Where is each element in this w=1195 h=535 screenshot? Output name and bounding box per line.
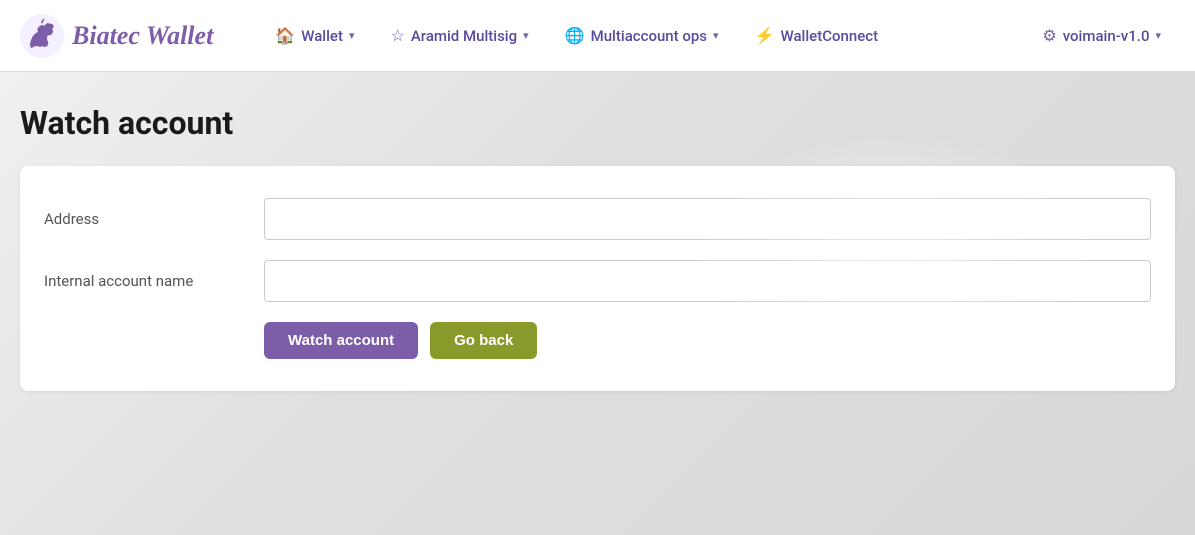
address-input[interactable] — [264, 198, 1151, 240]
globe-icon: 🌐 — [565, 26, 585, 45]
chevron-down-icon-2: ▾ — [523, 29, 529, 42]
nav-item-multiaccount[interactable]: 🌐 Multiaccount ops ▾ — [551, 18, 733, 53]
gear-icon: ⚙ — [1042, 26, 1056, 45]
nav-wallet-label: Wallet — [301, 27, 343, 45]
nav-item-network[interactable]: ⚙ voimain-v1.0 ▾ — [1028, 18, 1175, 53]
form-card: Address Internal account name Watch acco… — [20, 166, 1175, 391]
button-row: Watch account Go back — [264, 322, 1151, 359]
nav: 🏠 Wallet ▾ ☆ Aramid Multisig ▾ 🌐 Multiac… — [261, 18, 1175, 53]
internal-name-input[interactable] — [264, 260, 1151, 302]
address-label: Address — [44, 210, 244, 228]
star-icon: ☆ — [391, 26, 405, 45]
address-row: Address — [44, 198, 1151, 240]
logo-text: Biatec Wallet — [72, 21, 213, 51]
nav-item-wallet[interactable]: 🏠 Wallet ▾ — [261, 18, 368, 53]
nav-multiaccount-label: Multiaccount ops — [591, 27, 707, 45]
internal-name-row: Internal account name — [44, 260, 1151, 302]
logo-icon — [20, 14, 64, 58]
lightning-icon: ⚡ — [755, 26, 775, 45]
nav-multisig-label: Aramid Multisig — [411, 27, 517, 45]
logo[interactable]: Biatec Wallet — [20, 14, 213, 58]
main-content: Watch account Address Internal account n… — [0, 72, 1195, 535]
watch-account-button[interactable]: Watch account — [264, 322, 418, 359]
go-back-button[interactable]: Go back — [430, 322, 537, 359]
chevron-down-icon-3: ▾ — [713, 29, 719, 42]
chevron-down-icon-4: ▾ — [1155, 29, 1161, 42]
nav-item-walletconnect[interactable]: ⚡ WalletConnect — [741, 18, 893, 53]
header: Biatec Wallet 🏠 Wallet ▾ ☆ Aramid Multis… — [0, 0, 1195, 72]
nav-walletconnect-label: WalletConnect — [780, 27, 878, 45]
home-icon: 🏠 — [275, 26, 295, 45]
nav-network-label: voimain-v1.0 — [1063, 27, 1150, 45]
internal-name-label: Internal account name — [44, 272, 244, 290]
nav-item-multisig[interactable]: ☆ Aramid Multisig ▾ — [377, 18, 543, 53]
chevron-down-icon: ▾ — [349, 29, 355, 42]
page-title: Watch account — [20, 104, 1175, 142]
